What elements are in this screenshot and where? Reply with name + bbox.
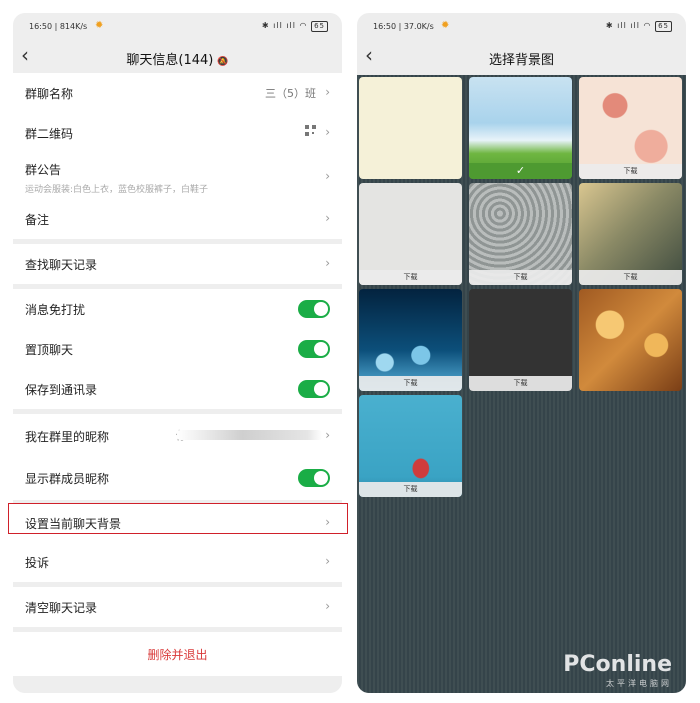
row-save-contacts: 保存到通讯录 — [13, 369, 342, 409]
selected-check-icon: ✓ — [469, 163, 572, 179]
group-name-value: 三（5）班 — [265, 87, 316, 100]
battery-icon: 65 — [655, 21, 672, 32]
row-complain[interactable]: 投诉 › — [13, 542, 342, 582]
watermark-logo: PConline — [563, 652, 672, 677]
download-label: 下载 — [579, 164, 682, 179]
row-qr-code[interactable]: 群二维码 › — [13, 113, 342, 153]
battery-icon: 65 — [311, 21, 328, 32]
background-tile-hearts[interactable]: 下载 — [579, 77, 682, 179]
status-time: 16:50 | 814K/s — [29, 22, 88, 31]
background-tile-cream[interactable] — [359, 77, 462, 179]
background-tile-dark-texture[interactable]: 下载 — [469, 289, 572, 391]
page-title: 选择背景图 — [488, 53, 554, 68]
row-pin: 置顶聊天 — [13, 329, 342, 369]
nav-bar: ‹ 选择背景图 — [357, 39, 686, 73]
chevron-right-icon: › — [325, 85, 330, 99]
status-icons: ✱ ıll ıll ◠ 65 — [606, 21, 672, 32]
highlight-box — [8, 503, 348, 534]
mute-toggle[interactable] — [298, 300, 330, 318]
row-search-history[interactable]: 查找聊天记录 › — [13, 244, 342, 284]
nav-bar: ‹ 聊天信息(144) 🔕 — [13, 39, 342, 73]
choose-background-screen: 16:50 | 37.0K/s ✹ ✱ ıll ıll ◠ 65 ‹ 选择背景图… — [357, 13, 686, 693]
background-tile-red-car[interactable]: 下载 — [359, 395, 462, 497]
show-nicknames-toggle[interactable] — [298, 469, 330, 487]
row-my-nickname[interactable]: 我在群里的昵称 仔 › — [13, 414, 342, 458]
chevron-right-icon: › — [325, 169, 330, 183]
row-notice[interactable]: 群公告 运动会服装:白色上衣，蓝色校服裤子，白鞋子 › — [13, 153, 342, 199]
download-label: 下载 — [359, 270, 462, 285]
weather-icon: ✹ — [441, 20, 450, 31]
status-icons: ✱ ıll ıll ◠ 65 — [262, 21, 328, 32]
background-tile-misty-window[interactable]: 下载 — [579, 183, 682, 285]
qr-code-icon — [305, 125, 316, 136]
status-time: 16:50 | 37.0K/s — [373, 22, 434, 31]
status-bar: 16:50 | 37.0K/s ✹ ✱ ıll ıll ◠ 65 — [357, 13, 686, 37]
row-mute: 消息免打扰 — [13, 289, 342, 329]
search-card: 查找聊天记录 › — [13, 244, 342, 284]
status-bar: 16:50 | 814K/s ✹ ✱ ıll ıll ◠ 65 — [13, 13, 342, 37]
background-tile-floral[interactable]: 下载 — [469, 183, 572, 285]
background-tile-blue-wave[interactable]: ✓ — [469, 77, 572, 179]
chevron-right-icon: › — [325, 428, 330, 442]
download-label: 下载 — [579, 270, 682, 285]
row-group-name[interactable]: 群聊名称 三（5）班 › — [13, 73, 342, 113]
download-label: 下载 — [359, 376, 462, 391]
background-tile-bokeh-blue[interactable]: 下载 — [359, 289, 462, 391]
background-grid: ✓ 下载 下载 下载 下载 下载 下载 下载 — [357, 75, 686, 693]
notice-preview: 运动会服装:白色上衣，蓝色校服裤子，白鞋子 — [25, 185, 209, 195]
page-title: 聊天信息(144) 🔕 — [126, 53, 229, 68]
chevron-right-icon: › — [325, 256, 330, 270]
mute-bell-icon: 🔕 — [217, 57, 229, 67]
chat-info-screen: 16:50 | 814K/s ✹ ✱ ıll ıll ◠ 65 ‹ 聊天信息(1… — [13, 13, 342, 693]
row-clear-history[interactable]: 清空聊天记录 › — [13, 587, 342, 627]
chevron-right-icon: › — [325, 599, 330, 613]
nickname-card: 我在群里的昵称 仔 › 显示群成员昵称 — [13, 414, 342, 500]
watermark-subtitle: 太平洋电脑网 — [606, 679, 672, 688]
download-label: 下载 — [359, 482, 462, 497]
background-tile-paper[interactable]: 下载 — [359, 183, 462, 285]
row-remark[interactable]: 备注 › — [13, 199, 342, 239]
save-contacts-toggle[interactable] — [298, 380, 330, 398]
settings-card: 消息免打扰 置顶聊天 保存到通讯录 — [13, 289, 342, 409]
chevron-right-icon: › — [325, 554, 330, 568]
background-tile-bokeh-orange[interactable] — [579, 289, 682, 391]
chevron-right-icon: › — [325, 211, 330, 225]
download-label: 下载 — [469, 376, 572, 391]
group-info-card: 群聊名称 三（5）班 › 群二维码 › 群公告 运动会服装:白色上衣，蓝色校服裤… — [13, 73, 342, 239]
delete-card: 删除并退出 — [13, 632, 342, 676]
download-label: 下载 — [469, 270, 572, 285]
delete-and-exit-button[interactable]: 删除并退出 — [13, 632, 342, 663]
blurred-nickname — [177, 430, 322, 440]
pin-toggle[interactable] — [298, 340, 330, 358]
weather-icon: ✹ — [95, 20, 104, 31]
chevron-right-icon: › — [325, 125, 330, 139]
clear-card: 清空聊天记录 › — [13, 587, 342, 627]
row-show-nicknames: 显示群成员昵称 — [13, 458, 342, 500]
